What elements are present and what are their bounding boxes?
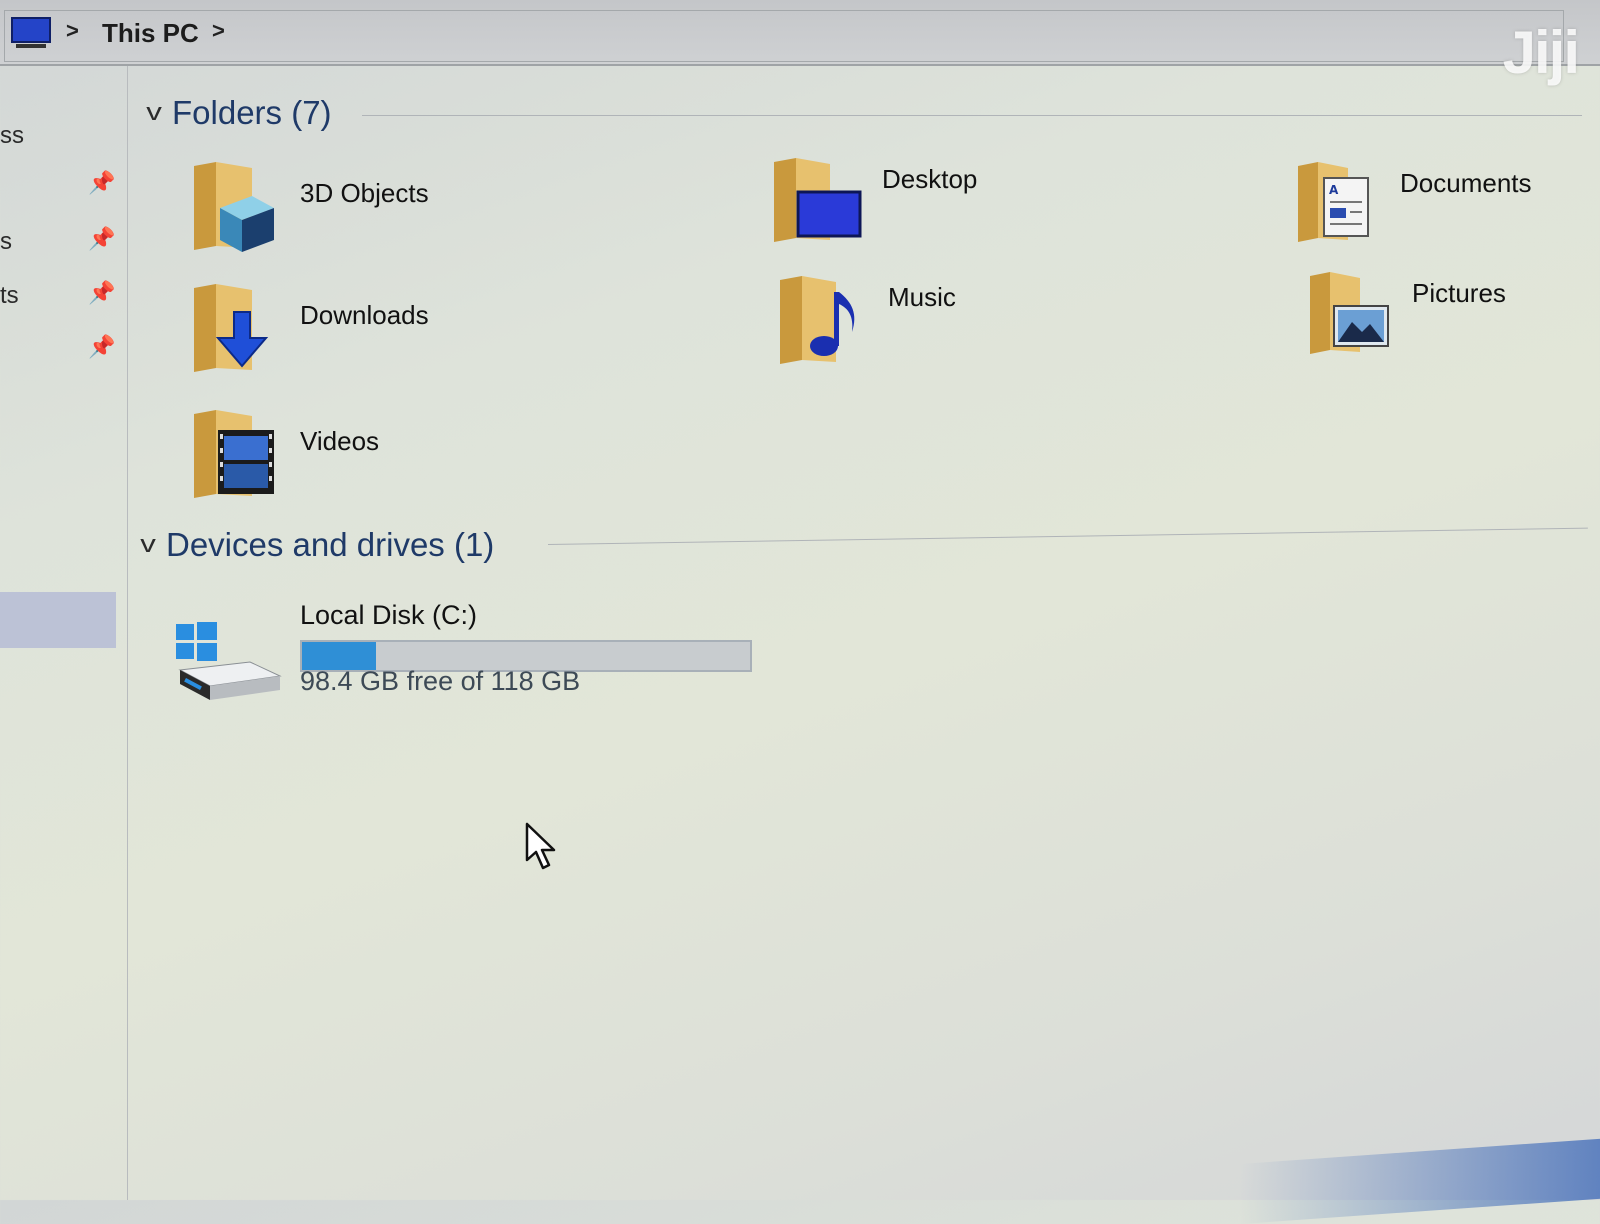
- videos-folder-icon: [194, 410, 274, 498]
- taskbar-edge: [1240, 1136, 1600, 1224]
- svg-text:A: A: [1329, 183, 1339, 197]
- group-divider: [547, 527, 1588, 545]
- folder-label: Music: [888, 282, 956, 312]
- windows-drive-icon: [176, 622, 282, 700]
- drive-free-space: 98.4 GB free of 118 GB: [300, 666, 581, 696]
- folder-music[interactable]: Music: [778, 274, 956, 368]
- folder-label: Pictures: [1412, 278, 1506, 308]
- pin-icon[interactable]: 📌: [88, 226, 115, 252]
- folder-pictures[interactable]: Pictures: [1308, 270, 1506, 356]
- 3d-objects-folder-icon: [194, 162, 274, 252]
- folder-documents[interactable]: A Documents: [1296, 160, 1532, 244]
- jiji-watermark: Jiji: [1502, 19, 1580, 86]
- breadcrumb-separator[interactable]: >: [66, 18, 79, 44]
- address-box[interactable]: [4, 10, 1564, 62]
- this-pc-icon: [11, 17, 51, 48]
- nav-item-fragment[interactable]: ts: [0, 282, 19, 310]
- nav-item-fragment[interactable]: ss: [0, 122, 24, 150]
- folder-desktop[interactable]: Desktop: [772, 156, 977, 246]
- drives-group-title: Devices and drives (1): [166, 526, 495, 563]
- folders-group-header[interactable]: v Folders (7): [146, 94, 332, 132]
- collapse-caret-icon[interactable]: v: [140, 531, 156, 559]
- nav-item-this-pc-selected[interactable]: [0, 592, 116, 648]
- collapse-caret-icon[interactable]: v: [146, 99, 162, 127]
- group-divider: [362, 115, 1582, 116]
- folder-label: Documents: [1400, 168, 1532, 198]
- breadcrumb-chevron[interactable]: >: [212, 18, 225, 44]
- desktop-folder-icon: [774, 158, 862, 242]
- folder-videos[interactable]: Videos: [190, 408, 379, 504]
- folder-label: Videos: [300, 426, 380, 456]
- folders-group-title: Folders (7): [172, 94, 332, 131]
- pin-icon[interactable]: 📌: [88, 334, 115, 360]
- pictures-folder-icon: [1310, 272, 1389, 354]
- folder-label: Desktop: [882, 164, 978, 194]
- folder-downloads[interactable]: Downloads: [190, 282, 429, 378]
- folder-3d-objects[interactable]: 3D Objects: [190, 160, 429, 256]
- drives-group-header[interactable]: v Devices and drives (1): [140, 526, 495, 564]
- mouse-cursor-icon: [525, 822, 556, 870]
- music-folder-icon: [780, 276, 855, 364]
- downloads-folder-icon: [194, 284, 269, 372]
- address-bar: > This PC >: [0, 0, 1600, 66]
- folder-label: 3D Objects: [300, 178, 429, 208]
- pin-icon[interactable]: 📌: [88, 170, 115, 196]
- drive-name: Local Disk (C:): [300, 600, 478, 630]
- breadcrumb-this-pc[interactable]: This PC: [102, 18, 199, 49]
- pin-icon[interactable]: 📌: [88, 280, 115, 306]
- folder-label: Downloads: [300, 300, 429, 330]
- navigation-pane: ss 📌 s 📌 ts 📌 📌: [0, 66, 128, 1200]
- documents-folder-icon: A: [1298, 162, 1369, 242]
- nav-item-fragment[interactable]: s: [0, 228, 12, 256]
